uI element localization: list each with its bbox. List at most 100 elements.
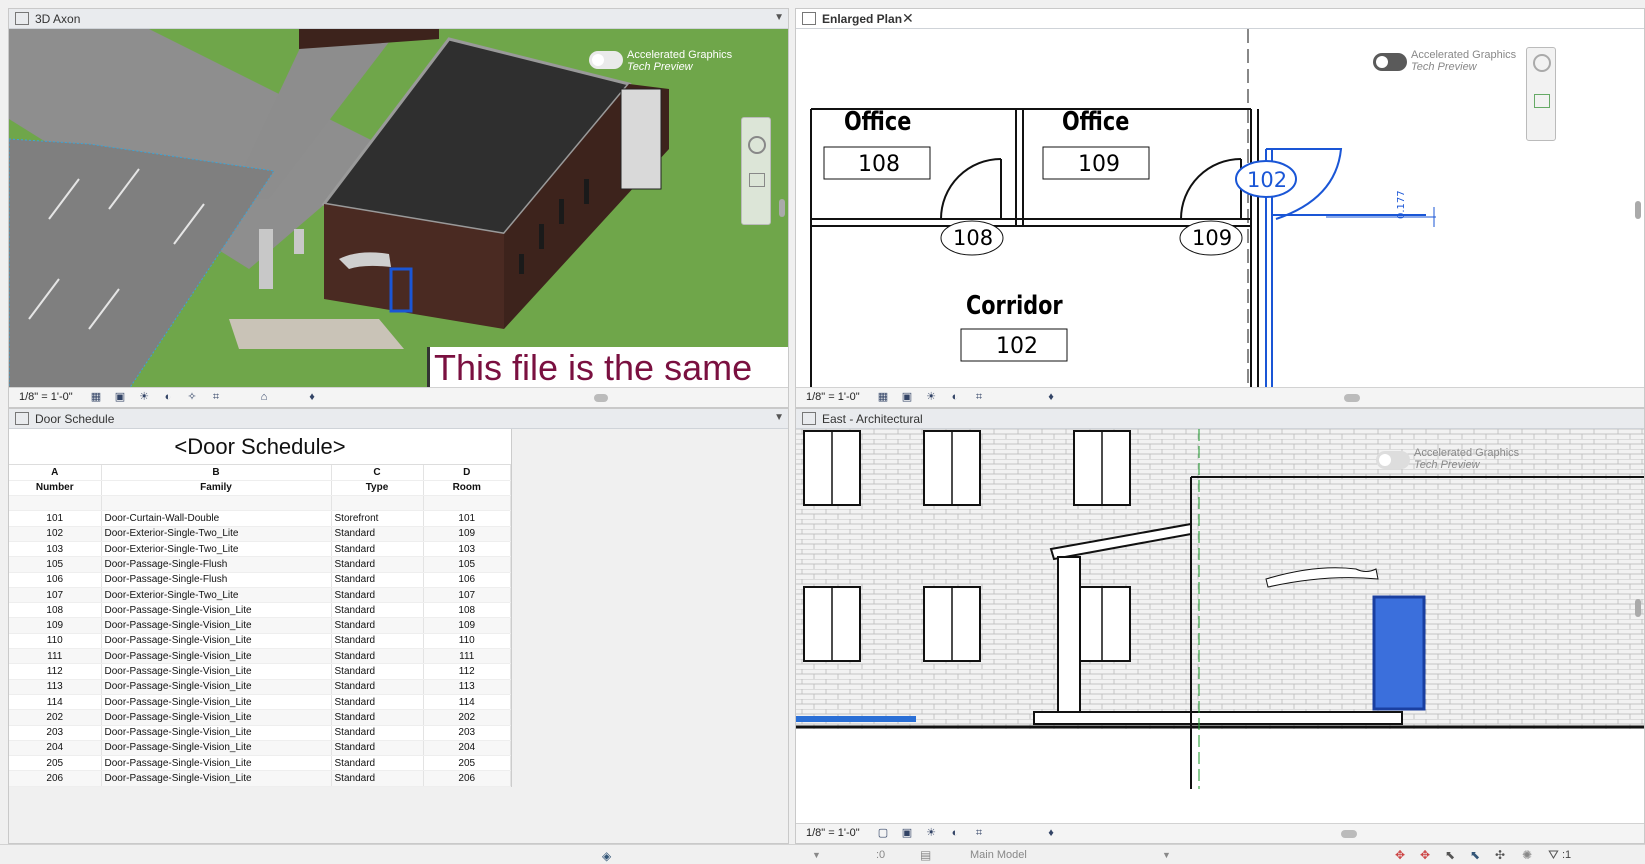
2d-wheel-icon[interactable] (1533, 54, 1551, 72)
cell-number[interactable]: 109 (9, 617, 102, 634)
plan-view-tab[interactable]: Enlarged Plan ✕ (796, 9, 1644, 29)
cell-room[interactable]: 203 (423, 725, 511, 741)
cell-family[interactable]: Door-Passage-Single-Vision_Lite (101, 709, 332, 726)
cell-type[interactable]: Standard (331, 526, 424, 542)
table-row[interactable]: 111 Door-Passage-Single-Vision_Lite Standa… (9, 648, 511, 665)
table-row[interactable]: 107 Door-Exterior-Single-Two_Lite Standard… (9, 587, 511, 604)
cell-family[interactable]: Door-Passage-Single-Vision_Lite (101, 602, 332, 619)
table-row[interactable]: 204 Door-Passage-Single-Vision_Lite Standa… (9, 740, 511, 757)
workset-icon[interactable]: ◈ (602, 849, 611, 863)
cell-type[interactable]: Standard (331, 541, 424, 558)
cell-number[interactable]: 205 (9, 755, 102, 772)
cell-number[interactable]: 101 (9, 510, 102, 527)
axon-canvas[interactable]: This file is the same Accelerated Graphi… (9, 29, 788, 387)
cell-room[interactable]: 205 (423, 755, 511, 772)
zoom-icon[interactable] (1534, 94, 1550, 108)
elevation-canvas[interactable]: Accelerated Graphics Tech Preview (796, 429, 1644, 823)
schedule-view-tab[interactable]: Door Schedule ▼ (9, 409, 788, 429)
rendering-icon[interactable]: ✧ (185, 391, 199, 404)
cell-number[interactable]: 204 (9, 740, 102, 757)
cell-type[interactable]: Standard (331, 694, 424, 711)
cell-room[interactable]: 113 (423, 679, 511, 695)
cell-room[interactable]: 110 (423, 633, 511, 650)
detail-level-icon[interactable]: ▦ (876, 391, 890, 404)
lock-icon[interactable]: ⌂ (257, 391, 271, 404)
cell-family[interactable]: Door-Curtain-Wall-Double (101, 510, 332, 527)
cell-number[interactable]: 107 (9, 587, 102, 604)
cell-room[interactable]: 105 (423, 556, 511, 573)
cell-room[interactable]: 111 (423, 648, 511, 665)
cell-type[interactable]: Standard (331, 663, 424, 680)
sun-path-icon[interactable]: ☀ (137, 391, 151, 404)
cell-number[interactable]: 108 (9, 602, 102, 619)
cell-family[interactable]: Door-Passage-Single-Vision_Lite (101, 648, 332, 665)
cell-number[interactable]: 113 (9, 679, 102, 695)
elevation-view-tab[interactable]: East - Architectural (796, 409, 1644, 429)
crop-icon[interactable]: ⌗ (209, 391, 223, 404)
column-header-family[interactable]: Family (101, 480, 332, 497)
column-header-room[interactable]: Room (423, 480, 511, 497)
axon-view-pane[interactable]: 3D Axon ▼ This file is the same Accelera… (8, 8, 789, 408)
cell-number[interactable]: 203 (9, 725, 102, 741)
cell-number[interactable]: 202 (9, 709, 102, 726)
cell-family[interactable]: Door-Exterior-Single-Two_Lite (101, 526, 332, 542)
horizontal-scrollbar[interactable] (1344, 394, 1360, 402)
reveal-hidden-icon[interactable]: ♦ (305, 391, 319, 404)
cell-number[interactable]: 110 (9, 633, 102, 650)
table-row[interactable]: 203 Door-Passage-Single-Vision_Lite Standa… (9, 725, 511, 741)
axon-view-tab[interactable]: 3D Axon ▼ (9, 9, 788, 29)
table-row[interactable]: 202 Door-Passage-Single-Vision_Lite Standa… (9, 709, 511, 726)
navigation-bar[interactable] (1526, 47, 1556, 141)
detail-level-icon[interactable]: ▦ (89, 391, 103, 404)
horizontal-scrollbar[interactable] (1341, 830, 1357, 838)
cell-type[interactable]: Standard (331, 755, 424, 772)
cell-number[interactable]: 103 (9, 541, 102, 558)
cell-type[interactable]: Standard (331, 679, 424, 695)
accelerated-graphics-toggle[interactable] (1373, 53, 1407, 71)
cell-family[interactable]: Door-Passage-Single-Vision_Lite (101, 770, 332, 787)
table-row[interactable]: 113 Door-Passage-Single-Vision_Lite Standa… (9, 679, 511, 695)
cell-number[interactable]: 114 (9, 694, 102, 711)
steering-wheel-icon[interactable] (748, 136, 766, 154)
cell-family[interactable]: Door-Passage-Single-Vision_Lite (101, 755, 332, 772)
vertical-scrollbar[interactable] (1635, 201, 1641, 219)
view-scale[interactable]: 1/8" = 1'-0" (19, 391, 73, 403)
cell-family[interactable]: Door-Passage-Single-Vision_Lite (101, 694, 332, 711)
navigation-bar[interactable] (741, 117, 771, 225)
plan-view-pane[interactable]: Enlarged Plan ✕ Office 108 Office 109 Co… (795, 8, 1645, 408)
view-menu-icon[interactable]: ▼ (774, 412, 784, 423)
table-row[interactable]: 112 Door-Passage-Single-Vision_Lite Standa… (9, 663, 511, 680)
vertical-scrollbar[interactable] (1635, 599, 1641, 617)
visual-style-icon[interactable]: ▣ (900, 391, 914, 404)
cell-room[interactable]: 114 (423, 694, 511, 711)
cell-room[interactable]: 109 (423, 617, 511, 634)
cell-room[interactable]: 204 (423, 740, 511, 757)
select-links-icon[interactable]: ✥ (1395, 848, 1405, 862)
cell-number[interactable]: 111 (9, 648, 102, 665)
active-model-label[interactable]: Main Model (970, 849, 1027, 861)
view-scale[interactable]: 1/8" = 1'-0" (806, 391, 860, 403)
cell-room[interactable]: 206 (423, 770, 511, 787)
cell-family[interactable]: Door-Passage-Single-Vision_Lite (101, 679, 332, 695)
cell-number[interactable]: 206 (9, 770, 102, 787)
cell-number[interactable]: 106 (9, 572, 102, 588)
cell-room[interactable]: 202 (423, 709, 511, 726)
cell-family[interactable]: Door-Passage-Single-Vision_Lite (101, 633, 332, 650)
table-row[interactable]: 108 Door-Passage-Single-Vision_Lite Standa… (9, 602, 511, 619)
horizontal-scrollbar[interactable] (594, 394, 608, 402)
table-row[interactable]: 105 Door-Passage-Single-Flush Standard 105 (9, 556, 511, 573)
cell-type[interactable]: Standard (331, 633, 424, 650)
table-row[interactable]: 103 Door-Exterior-Single-Two_Lite Standard… (9, 541, 511, 558)
cell-type[interactable]: Standard (331, 587, 424, 604)
cell-type[interactable]: Standard (331, 556, 424, 573)
accelerated-graphics-toggle[interactable] (1376, 451, 1410, 469)
cell-type[interactable]: Standard (331, 709, 424, 726)
dropdown-chevron-icon[interactable]: ▼ (812, 850, 821, 860)
reveal-hidden-icon[interactable]: ♦ (1044, 391, 1058, 404)
drag-elements-icon[interactable]: ✣ (1495, 848, 1505, 862)
cell-type[interactable]: Standard (331, 740, 424, 757)
cell-room[interactable]: 108 (423, 602, 511, 619)
select-by-face-icon[interactable]: ⬉ (1470, 848, 1480, 862)
close-icon[interactable]: ✕ (902, 10, 914, 27)
cell-number[interactable]: 105 (9, 556, 102, 573)
